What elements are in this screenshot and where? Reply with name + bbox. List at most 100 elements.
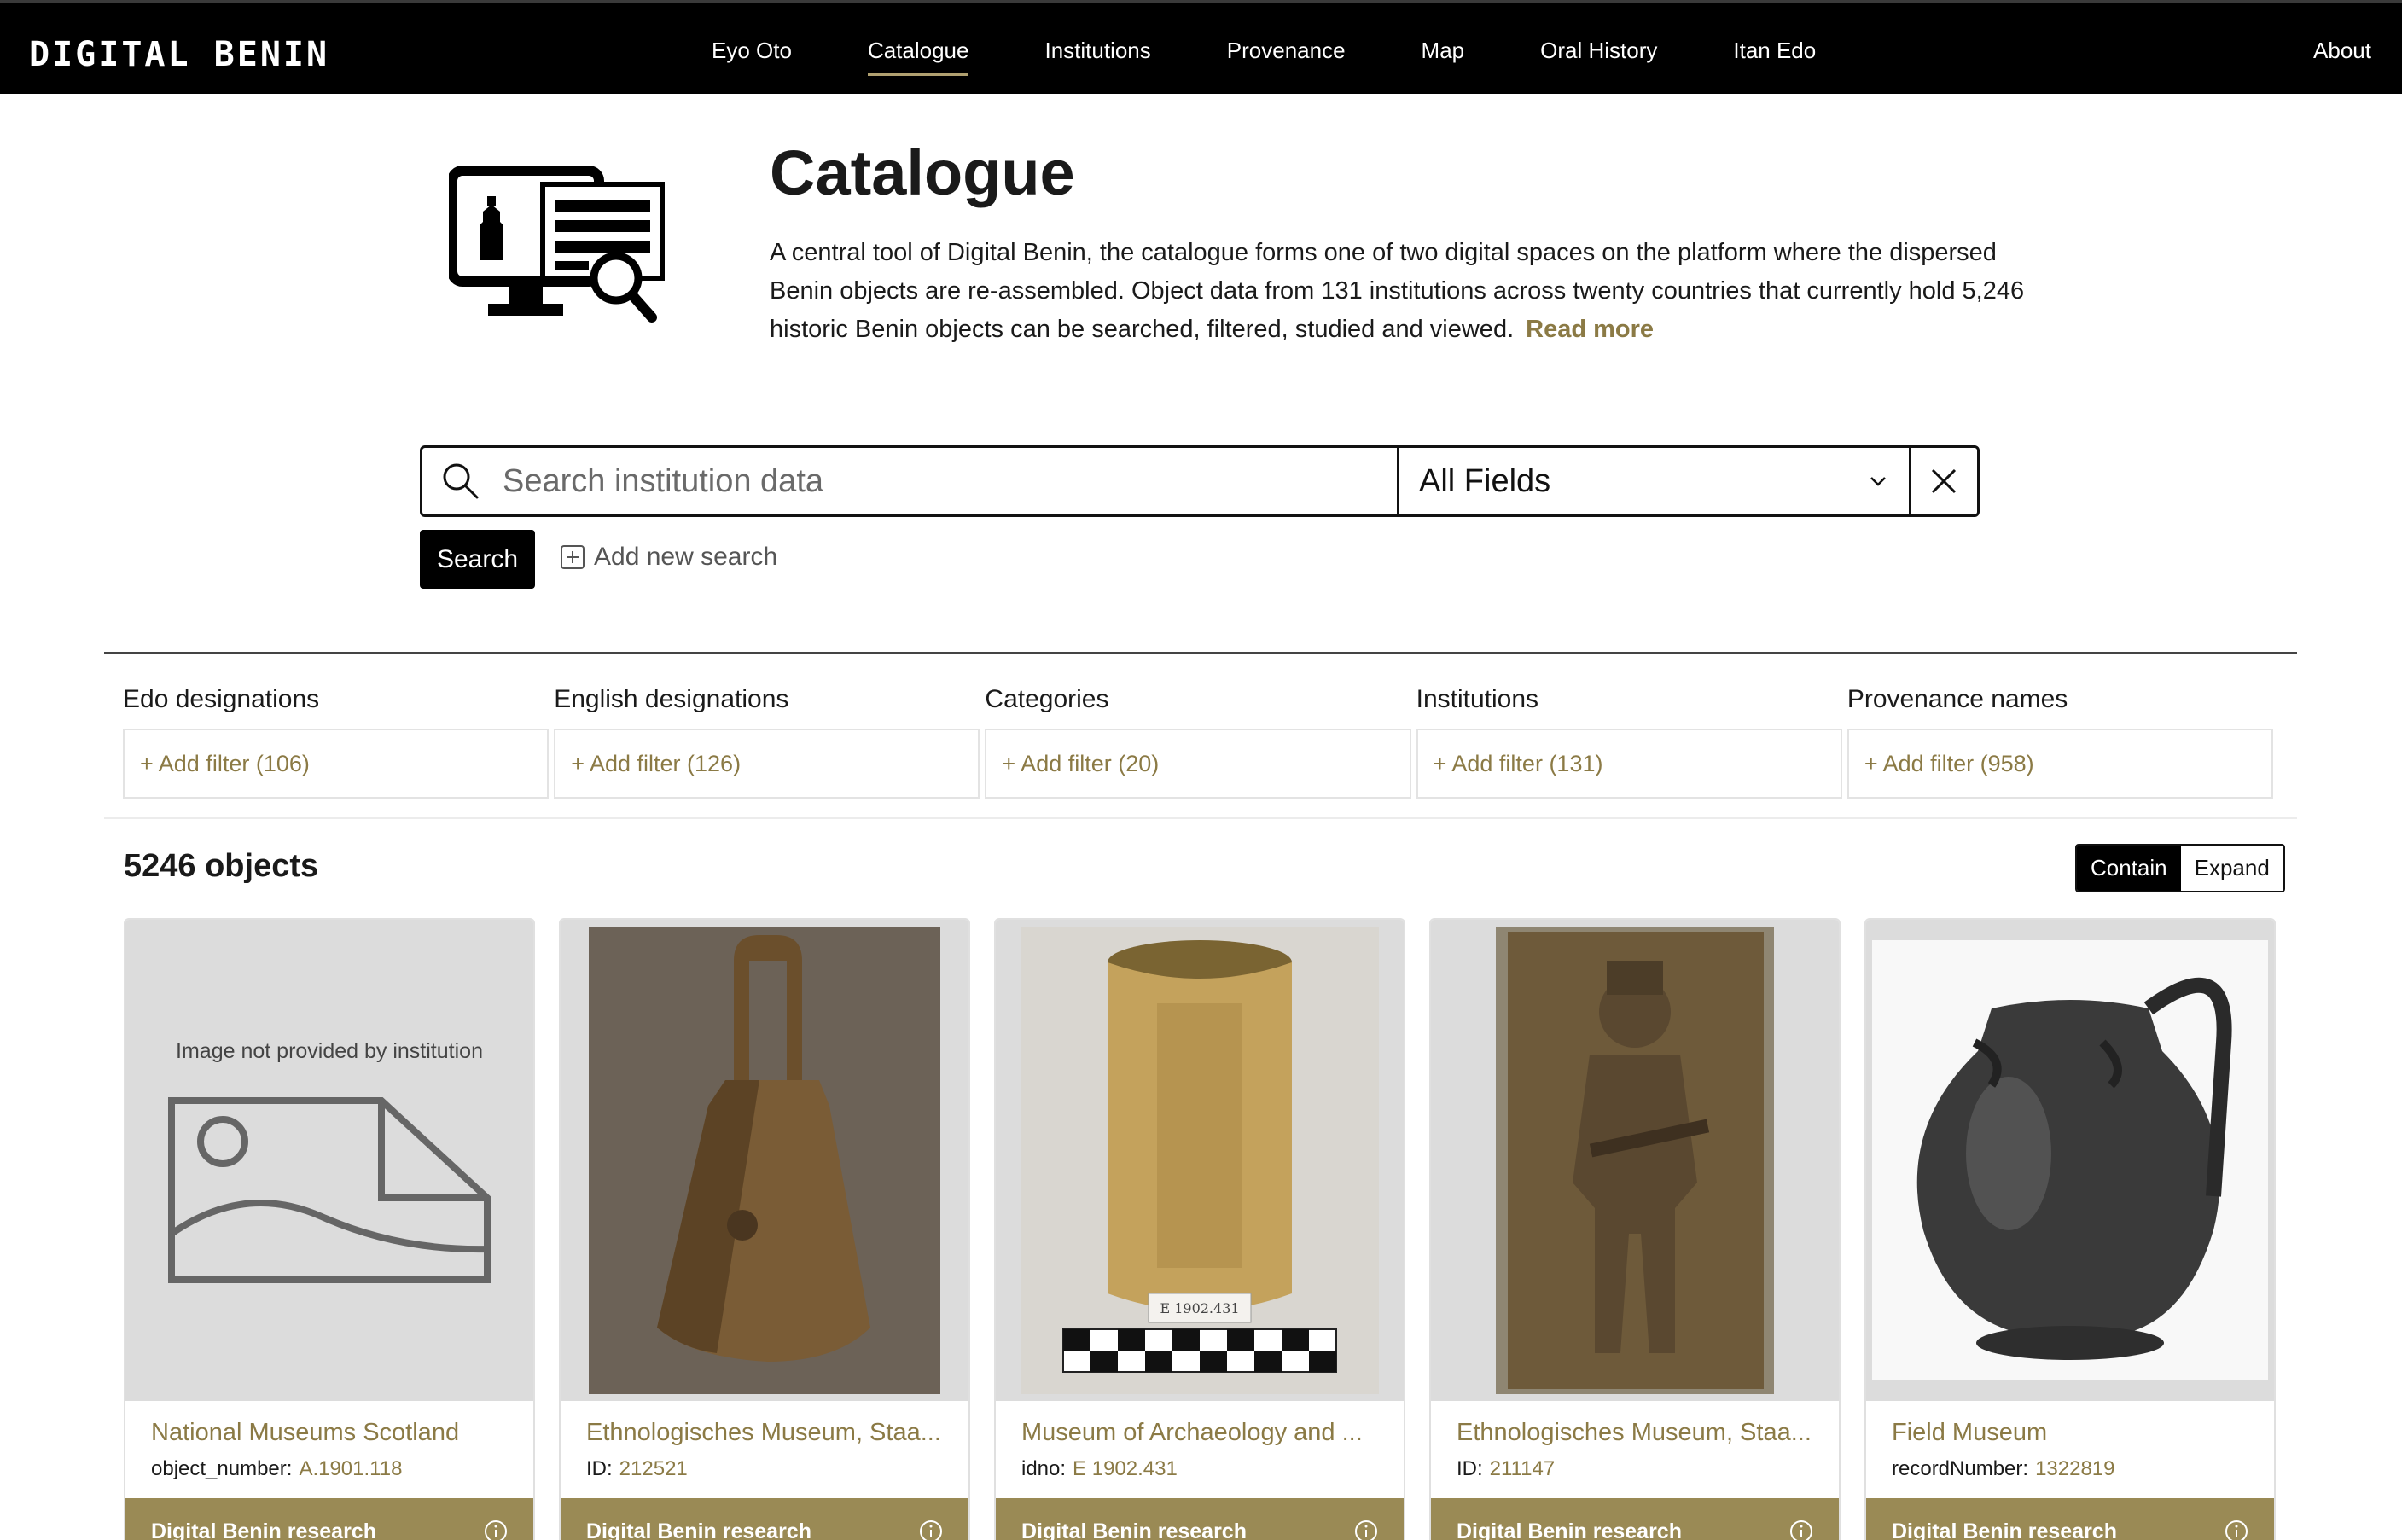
view-contain-button[interactable]: Contain (2077, 846, 2181, 891)
card-footer: Digital Benin research (561, 1498, 968, 1540)
section-divider-light (104, 817, 2297, 819)
card-institution[interactable]: National Museums Scotland (151, 1419, 459, 1447)
card-footer-text: Digital Benin research (1892, 1520, 2117, 1540)
add-new-search-label: Add new search (594, 543, 778, 571)
read-more-link[interactable]: Read more (1526, 316, 1654, 343)
bell-image (589, 927, 940, 1394)
object-card[interactable]: Image not provided by institution Nation… (124, 918, 535, 1540)
nav-item-catalogue[interactable]: Catalogue (867, 31, 968, 76)
no-image-text: Image not provided by institution (176, 1039, 483, 1063)
jug-image (1872, 940, 2268, 1380)
search-bar: All Fields (420, 445, 1980, 517)
nav-item-provenance[interactable]: Provenance (1227, 31, 1346, 71)
page-title: Catalogue (770, 137, 1075, 208)
field-select[interactable]: All Fields (1399, 448, 1911, 514)
bronze-bell-photo (561, 920, 968, 1401)
info-icon[interactable] (1354, 1520, 1378, 1540)
card-institution[interactable]: Ethnologisches Museum, Staa... (1457, 1419, 1812, 1447)
filter-label: Edo designations (123, 685, 320, 713)
page-description: A central tool of Digital Benin, the cat… (770, 234, 2067, 349)
nav-item-eyo-oto[interactable]: Eyo Oto (712, 31, 792, 71)
search-field (422, 448, 1399, 514)
ivory-cylinder-photo: E 1902.431 (996, 920, 1404, 1401)
card-id-label: object_number: (151, 1457, 293, 1480)
card-id-value: A.1901.118 (299, 1457, 403, 1480)
card-identifier: idno: E 1902.431 (1021, 1457, 1178, 1481)
main-nav: Eyo Oto Catalogue Institutions Provenanc… (712, 3, 1892, 97)
bronze-plaque-photo (1431, 920, 1839, 1401)
chevron-down-icon (1870, 477, 1886, 486)
top-navigation: DIGITAL BENIN Eyo Oto Catalogue Institut… (0, 0, 2402, 94)
search-icon (443, 463, 479, 499)
view-toggle: Contain Expand (2075, 844, 2285, 892)
card-identifier: ID: 212521 (586, 1457, 688, 1481)
card-footer: Digital Benin research (1866, 1498, 2274, 1540)
card-identifier: object_number: A.1901.118 (151, 1457, 402, 1481)
section-divider (104, 652, 2297, 654)
card-id-label: ID: (586, 1457, 613, 1480)
ceramic-jug-photo (1866, 920, 2274, 1401)
plus-square-icon (561, 545, 585, 569)
info-icon[interactable] (919, 1520, 943, 1540)
description-text: A central tool of Digital Benin, the cat… (770, 239, 2025, 343)
clear-search-button[interactable] (1911, 448, 1977, 514)
field-select-value: All Fields (1419, 462, 1551, 499)
nav-item-map[interactable]: Map (1422, 31, 1465, 71)
card-id-label: recordNumber: (1892, 1457, 2029, 1480)
filter-english-designations: English designations + Add filter (126) (554, 683, 980, 799)
card-institution[interactable]: Ethnologisches Museum, Staa... (586, 1419, 941, 1447)
search-button[interactable]: Search (420, 530, 535, 589)
card-footer: Digital Benin research (125, 1498, 533, 1540)
add-new-search-button[interactable]: Add new search (560, 543, 777, 572)
card-id-label: idno: (1021, 1457, 1067, 1480)
info-icon[interactable] (2225, 1520, 2248, 1540)
add-filter-button[interactable]: + Add filter (126) (554, 729, 980, 799)
card-footer-text: Digital Benin research (1021, 1520, 1247, 1540)
card-footer: Digital Benin research (1431, 1498, 1839, 1540)
card-footer-text: Digital Benin research (151, 1520, 376, 1540)
card-identifier: recordNumber: 1322819 (1892, 1457, 2115, 1481)
card-id-value: E 1902.431 (1073, 1457, 1178, 1480)
add-filter-button[interactable]: + Add filter (131) (1416, 729, 1842, 799)
info-icon[interactable] (1789, 1520, 1813, 1540)
filter-row: Edo designations + Add filter (106) Engl… (123, 683, 2278, 799)
nav-item-itan-edo[interactable]: Itan Edo (1733, 31, 1816, 71)
card-id-label: ID: (1457, 1457, 1483, 1480)
filter-edo-designations: Edo designations + Add filter (106) (123, 683, 550, 799)
card-id-value: 212521 (619, 1457, 688, 1480)
filter-label: English designations (554, 685, 789, 713)
card-id-value: 1322819 (2035, 1457, 2115, 1480)
logo-text: DIGITAL BENIN (29, 35, 330, 74)
card-id-value: 211147 (1489, 1457, 1556, 1480)
svg-text:E 1902.431: E 1902.431 (1160, 1300, 1239, 1316)
card-institution[interactable]: Museum of Archaeology and ... (1021, 1419, 1363, 1447)
add-filter-button[interactable]: + Add filter (106) (123, 729, 550, 799)
object-card[interactable]: Field Museum recordNumber: 1322819 Digita… (1864, 918, 2276, 1540)
filter-categories: Categories + Add filter (20) (985, 683, 1411, 799)
add-filter-button[interactable]: + Add filter (958) (1847, 729, 2274, 799)
nav-item-institutions[interactable]: Institutions (1044, 31, 1150, 71)
no-image-placeholder: Image not provided by institution (125, 920, 533, 1401)
card-footer-text: Digital Benin research (586, 1520, 811, 1540)
search-input[interactable] (503, 462, 1356, 500)
ivory-image: E 1902.431 (1021, 927, 1379, 1394)
catalogue-computer-search-icon (449, 166, 665, 323)
digital-benin-logo[interactable]: DIGITAL BENIN (29, 35, 330, 74)
filter-label: Categories (985, 685, 1109, 713)
filter-label: Institutions (1416, 685, 1539, 713)
add-filter-button[interactable]: + Add filter (20) (985, 729, 1411, 799)
nav-item-about[interactable]: About (2313, 38, 2371, 64)
card-footer: Digital Benin research (996, 1498, 1404, 1540)
card-institution[interactable]: Field Museum (1892, 1419, 2047, 1447)
object-grid: Image not provided by institution Nation… (124, 918, 2276, 1540)
filter-institutions: Institutions + Add filter (131) (1416, 683, 1842, 799)
object-card[interactable]: Ethnologisches Museum, Staa... ID: 212521… (559, 918, 970, 1540)
filter-provenance-names: Provenance names + Add filter (958) (1847, 683, 2274, 799)
card-identifier: ID: 211147 (1457, 1457, 1555, 1481)
info-icon[interactable] (484, 1520, 508, 1540)
nav-item-oral-history[interactable]: Oral History (1540, 31, 1657, 71)
object-card[interactable]: E 1902.431 Museum of Archaeology and ...… (994, 918, 1405, 1540)
view-expand-button[interactable]: Expand (2180, 846, 2283, 891)
object-card[interactable]: Ethnologisches Museum, Staa... ID: 211147… (1429, 918, 1841, 1540)
close-icon (1931, 468, 1957, 494)
